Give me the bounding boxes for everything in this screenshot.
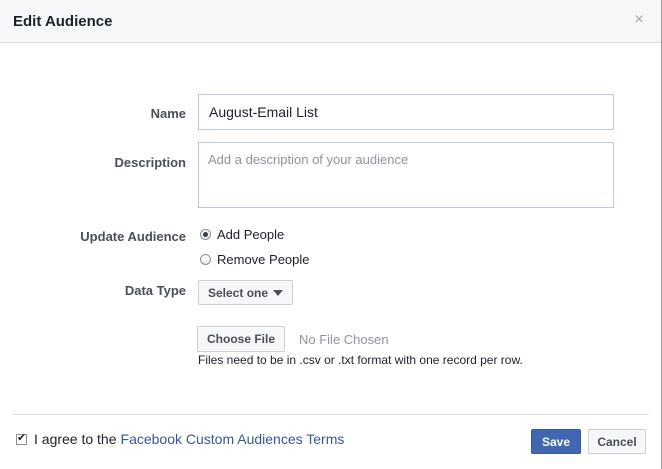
dialog-header: Edit Audience × bbox=[0, 0, 661, 43]
edit-audience-dialog: Edit Audience × Name Description Update … bbox=[0, 0, 662, 469]
name-input[interactable] bbox=[198, 94, 614, 130]
radio-add-people-label: Add People bbox=[217, 227, 285, 242]
update-audience-label: Update Audience bbox=[80, 229, 186, 244]
terms-agreement: ✔ I agree to the Facebook Custom Audienc… bbox=[16, 431, 344, 447]
terms-link[interactable]: Facebook Custom Audiences Terms bbox=[121, 431, 345, 447]
agree-text: I agree to the bbox=[34, 431, 117, 447]
save-button[interactable]: Save bbox=[531, 429, 581, 454]
checkmark-icon: ✔ bbox=[17, 431, 27, 444]
footer-divider bbox=[12, 414, 649, 415]
radio-remove-people-label: Remove People bbox=[217, 252, 310, 267]
data-type-select[interactable]: Select one bbox=[198, 280, 294, 305]
data-type-label: Data Type bbox=[124, 283, 186, 298]
radio-remove-people-button[interactable] bbox=[200, 254, 211, 265]
data-type-selected-label: Select one bbox=[208, 285, 269, 300]
file-status: No File Chosen bbox=[299, 332, 389, 347]
choose-file-button[interactable]: Choose File bbox=[197, 326, 286, 352]
description-textarea[interactable] bbox=[198, 142, 614, 208]
radio-add-people[interactable]: Add People bbox=[200, 227, 284, 242]
description-label: Description bbox=[114, 155, 186, 170]
caret-down-icon bbox=[273, 289, 284, 296]
dialog-title: Edit Audience bbox=[13, 13, 113, 30]
cancel-button[interactable]: Cancel bbox=[588, 429, 646, 454]
name-label: Name bbox=[150, 106, 186, 121]
file-format-hint: Files need to be in .csv or .txt format … bbox=[198, 353, 523, 367]
agree-checkbox[interactable]: ✔ bbox=[16, 431, 27, 445]
close-icon[interactable]: × bbox=[631, 12, 647, 28]
radio-add-people-button[interactable] bbox=[200, 229, 211, 240]
radio-remove-people[interactable]: Remove People bbox=[200, 252, 310, 267]
